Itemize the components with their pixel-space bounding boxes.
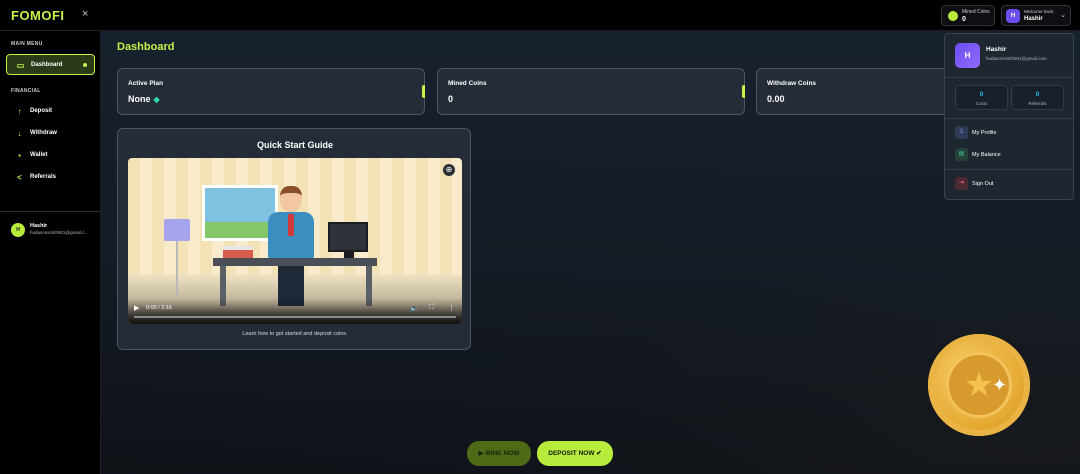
welcome-name: Hashir [1024,16,1043,22]
sidebar-item-label: Referrals [30,174,57,180]
video-progress-bar[interactable] [134,316,456,318]
arrow-down-icon: ↓ [17,129,22,138]
stat-label: Referrals [1028,101,1047,106]
stat-label: Coins [975,101,988,106]
stat-value: 0 [979,91,984,98]
menu-item-my-balance[interactable]: ▤ My Balance [955,148,1065,162]
mined-coins-value: 0 [962,16,966,23]
active-plan-card: Active Plan None ◆ [117,68,425,115]
deposit-now-button[interactable]: DEPOSIT NOW ✔ [537,441,613,466]
card-label: Withdraw Coins [767,80,817,87]
divider [945,77,1073,78]
user-menu-button[interactable]: H Welcome back, Hashir ⌄ [1001,5,1071,26]
sidebar-item-referrals[interactable]: < Referrals [6,167,95,188]
sidebar-item-withdraw[interactable]: ↓ Withdraw [6,123,95,144]
dropdown-user-email: hudasonsmith901@gmail.com [986,56,1047,61]
sidebar-user-email: hudasonsmith901@gmail.c... [30,230,89,235]
sidebar-item-dashboard[interactable]: ▭ Dashboard [6,54,95,75]
card-value: 0.00 [767,94,785,104]
mined-coins-label: Mined Coins [962,9,990,15]
card-label: Mined Coins [448,80,487,87]
fullscreen-icon[interactable]: ⛶ [429,304,434,312]
sidebar: MAIN MENU ▭ Dashboard FINANCIAL ↑ Deposi… [0,31,101,474]
monitor-icon: ▭ [16,61,25,70]
dropdown-user-name: Hashir [986,46,1007,53]
menu-item-my-profile[interactable]: ♙ My Profile [955,126,1065,140]
illustration-books [223,246,253,258]
mine-now-button[interactable]: ▶ MINE NOW [467,441,531,466]
diamond-icon: ◆ [153,95,160,104]
coin-icon [948,11,958,21]
mined-coins-pill: Mined Coins 0 [941,5,995,26]
divider [945,118,1073,119]
share-icon: < [17,173,22,182]
video-time: 0:00 / 2:16 [146,305,172,311]
topbar: FOMOFI × Mined Coins 0 H Welcome back, H… [0,0,1080,31]
divider [945,169,1073,170]
logo[interactable]: FOMOFI [11,8,65,23]
financial-title: FINANCIAL [11,88,41,94]
avatar: H [955,43,980,68]
chevron-down-icon: ⌄ [1060,12,1066,19]
volume-icon[interactable]: 🔈 [410,304,419,312]
arrow-up-icon: ↑ [17,107,22,116]
sidebar-divider [0,211,101,212]
sidebar-item-label: Withdraw [30,130,57,136]
main-content: Dashboard Active Plan None ◆ Mined Coins … [101,31,1080,474]
sparkle-icon: ✦ [992,375,1008,395]
guide-title: Quick Start Guide [256,140,334,150]
quick-start-guide-card: Quick Start Guide ⊕ ▶ 0:00 / 2:16 🔈 ⛶ ⋮ … [117,128,471,350]
illustration-monitor [328,222,368,252]
welcome-label: Welcome back, [1024,9,1055,14]
sidebar-item-label: Deposit [30,108,53,114]
guide-caption: Learn how to get started and deposit coi… [242,331,348,337]
wallet-icon: ▪ [18,151,21,160]
play-icon[interactable]: ▶ [134,304,139,312]
page-title: Dashboard [117,41,175,53]
active-dot [83,63,87,67]
video-player[interactable]: ⊕ ▶ 0:00 / 2:16 🔈 ⛶ ⋮ [128,158,462,324]
avatar: H [1006,9,1020,23]
main-menu-title: MAIN MENU [11,41,43,47]
video-controls: ▶ 0:00 / 2:16 🔈 ⛶ ⋮ [128,298,462,324]
sidebar-item-label: Dashboard [31,62,63,68]
user-dropdown-menu: H Hashir hudasonsmith901@gmail.com 0 Coi… [944,33,1074,200]
card-accent [742,85,745,98]
sidebar-item-label: Wallet [30,152,48,158]
more-options-icon[interactable]: ⋮ [448,304,455,312]
coin-icon: ★ ✦ [928,334,1030,436]
stat-value: 0 [1035,91,1040,98]
action-buttons: ▶ MINE NOW DEPOSIT NOW ✔ [101,441,1080,467]
card-label: Active Plan [128,80,164,87]
user-icon: ♙ [955,126,968,139]
menu-item-sign-out[interactable]: ⇥ Sign Out [955,177,1065,191]
wallet-icon: ▤ [955,148,968,161]
sign-out-icon: ⇥ [955,177,968,190]
illustration-desk [213,258,377,266]
referrals-stat: 0 Referrals [1011,85,1064,110]
video-options-icon[interactable]: ⊕ [443,164,455,176]
illustration-window [202,185,278,241]
sidebar-user-name: Hashir [30,223,48,229]
card-accent [422,85,425,98]
sidebar-item-deposit[interactable]: ↑ Deposit [6,101,95,122]
coins-stat: 0 Coins [955,85,1008,110]
card-value: None ◆ [128,94,160,104]
illustration-lamp [164,219,190,241]
card-value: 0 [448,94,454,104]
mined-coins-card: Mined Coins 0 [437,68,745,115]
app-root: FOMOFI × Mined Coins 0 H Welcome back, H… [0,0,1080,474]
close-sidebar-icon[interactable]: × [82,8,88,20]
avatar: H [11,223,25,237]
sidebar-item-wallet[interactable]: ▪ Wallet [6,145,95,166]
sidebar-user[interactable]: H Hashir hudasonsmith901@gmail.c... [11,221,96,241]
